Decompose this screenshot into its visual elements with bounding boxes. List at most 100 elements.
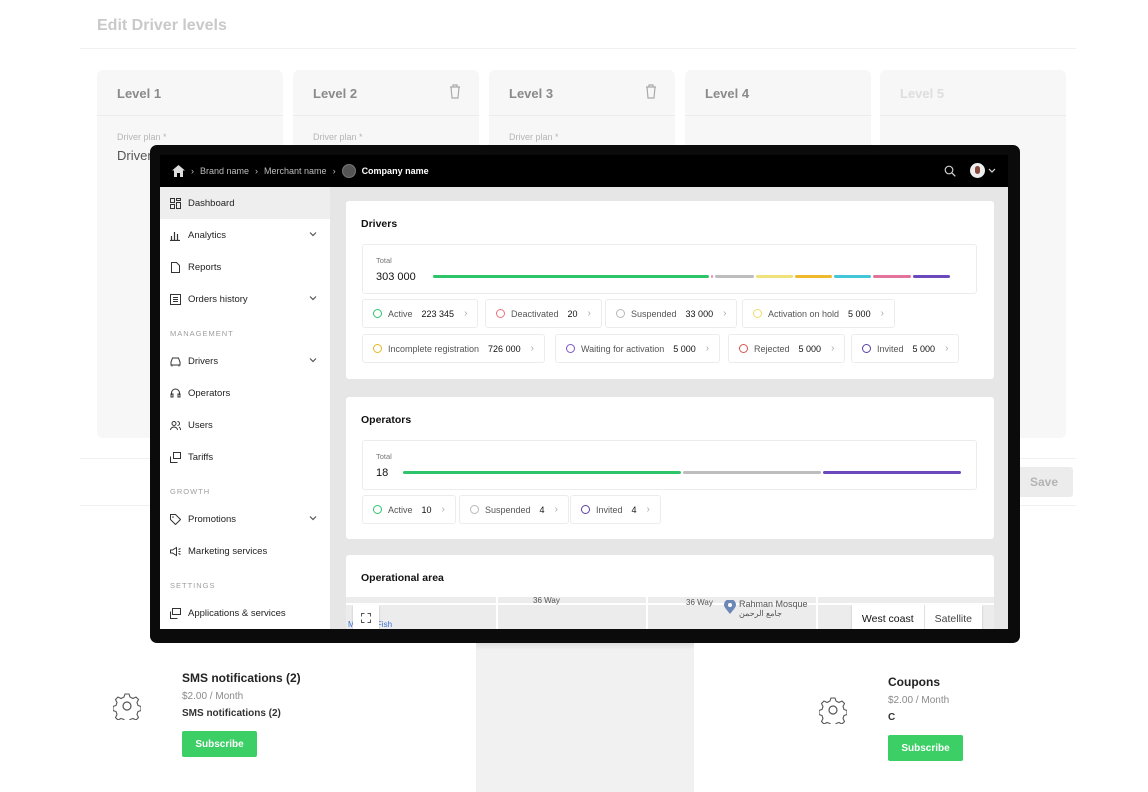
drivers-card: Drivers Total 303 000 Active 223 345 › Deac… <box>346 201 994 379</box>
status-label: Suspended <box>631 308 677 319</box>
subscribe-button[interactable]: Subscribe <box>888 735 963 761</box>
status-ring-icon <box>566 344 575 353</box>
sidebar-item-label: Orders history <box>188 293 248 305</box>
status-chip-deactivated[interactable]: Deactivated 20 › <box>485 299 602 328</box>
status-label: Incomplete registration <box>388 343 480 354</box>
car-icon <box>170 357 181 366</box>
status-count: 5 000 <box>673 343 696 354</box>
status-chip-suspended[interactable]: Suspended 33 000 › <box>605 299 738 328</box>
section-settings: SETTINGS <box>170 581 216 590</box>
map-label: 36 Way <box>686 598 713 607</box>
status-chip-incomplete-registration[interactable]: Incomplete registration 726 000 › <box>362 334 545 363</box>
sidebar-item-label: Applications & services <box>188 607 286 619</box>
status-chip-activation-on-hold[interactable]: Activation on hold 5 000 › <box>742 299 895 328</box>
divider <box>80 48 1076 49</box>
user-menu[interactable] <box>970 163 996 178</box>
sidebar-item-drivers[interactable]: Drivers <box>160 345 330 377</box>
chevron-right-icon: › <box>554 504 558 515</box>
service-card-coupons: Coupons $2.00 / Month C Subscribe <box>888 675 963 761</box>
status-chip-invited[interactable]: Invited 4 › <box>570 495 661 524</box>
map[interactable]: 36 Way 36 Way Rahman Mosque جامع الرحمن … <box>346 597 994 629</box>
sidebar-item-marketing-services[interactable]: Marketing services <box>160 535 330 567</box>
map-road <box>496 597 498 629</box>
users-icon <box>170 420 181 430</box>
service-card-sms: SMS notifications (2) $2.00 / Month SMS … <box>182 671 301 757</box>
sidebar-item-label: Marketing services <box>188 545 268 557</box>
sidebar-item-tariffs[interactable]: Tariffs <box>160 441 330 473</box>
map-road <box>646 597 648 629</box>
status-bar-segment <box>912 275 951 278</box>
total-label: Total <box>376 452 392 461</box>
sidebar-item-label: Users <box>188 419 213 431</box>
map-label: جامع الرحمن <box>739 609 782 618</box>
status-ring-icon <box>373 505 382 514</box>
status-label: Waiting for activation <box>581 343 665 354</box>
sidebar-item-orders-history[interactable]: Orders history <box>160 283 330 315</box>
status-chip-invited[interactable]: Invited 5 000 › <box>851 334 960 363</box>
status-bar-segment <box>873 275 911 278</box>
chevron-right-icon: › <box>464 308 468 319</box>
level-title: Level 1 <box>97 70 283 116</box>
status-ring-icon <box>373 309 382 318</box>
status-label: Active <box>388 308 413 319</box>
sidebar-item-dashboard[interactable]: Dashboard <box>160 187 330 219</box>
megaphone-icon <box>170 546 181 556</box>
breadcrumb-company[interactable]: Company name <box>362 166 429 176</box>
plan-label: Driver plan * <box>313 132 363 142</box>
sidebar-item-label: Operators <box>188 387 231 399</box>
service-name: SMS notifications (2) <box>182 671 301 685</box>
chevron-right-icon: › <box>332 166 336 176</box>
breadcrumb-merchant[interactable]: Merchant name <box>264 166 327 176</box>
status-chip-rejected[interactable]: Rejected 5 000 › <box>728 334 846 363</box>
sidebar-item-analytics[interactable]: Analytics <box>160 219 330 251</box>
status-count: 4 <box>631 504 637 515</box>
map-view-satellite[interactable]: Satellite <box>923 605 982 629</box>
subscribe-button[interactable]: Subscribe <box>182 731 257 757</box>
status-bar-segment <box>715 275 754 278</box>
status-ring-icon <box>373 344 382 353</box>
status-ring-icon <box>616 309 625 318</box>
trash-icon[interactable] <box>645 84 657 99</box>
operators-total-box: Total 18 <box>362 440 977 490</box>
drivers-total-box: Total 303 000 <box>362 244 977 294</box>
map-pin-icon[interactable] <box>724 600 736 614</box>
chevron-right-icon: › <box>255 166 259 176</box>
fullscreen-button[interactable] <box>353 605 379 629</box>
section-management: MANAGEMENT <box>170 329 234 338</box>
status-chip-active[interactable]: Active 10 › <box>362 495 456 524</box>
chevron-right-icon: › <box>945 343 949 354</box>
trash-icon[interactable] <box>449 84 461 99</box>
sidebar-item-promotions[interactable]: Promotions <box>160 503 330 535</box>
sidebar-item-operators[interactable]: Operators <box>160 377 330 409</box>
chevron-right-icon: › <box>441 504 445 515</box>
status-bar-segment <box>834 275 872 278</box>
map-view-west-coast[interactable]: West coast <box>852 605 924 629</box>
section-growth: GROWTH <box>170 487 211 496</box>
expand-icon <box>361 613 371 623</box>
status-label: Activation on hold <box>768 308 840 319</box>
sidebar-item-label: Promotions <box>188 513 237 525</box>
apps-icon <box>170 607 181 619</box>
card-title: Drivers <box>361 218 398 230</box>
sidebar-item-applications[interactable]: Applications & services <box>160 597 330 629</box>
status-chip-active[interactable]: Active 223 345 › <box>362 299 479 328</box>
total-value: 303 000 <box>376 271 416 283</box>
save-button[interactable]: Save <box>1015 467 1073 497</box>
monitor: › Brand name › Merchant name › Company n… <box>150 145 1020 643</box>
level-title: Level 3 <box>509 86 554 101</box>
service-name: Coupons <box>888 675 940 689</box>
chevron-right-icon: › <box>587 308 591 319</box>
status-bar-segment <box>433 275 710 278</box>
sidebar-item-users[interactable]: Users <box>160 409 330 441</box>
status-count: 5 000 <box>912 343 936 354</box>
breadcrumb-brand[interactable]: Brand name <box>200 166 249 176</box>
analytics-icon <box>170 231 180 241</box>
chevron-right-icon: › <box>646 504 650 515</box>
status-ring-icon <box>581 505 590 514</box>
headset-icon <box>170 388 181 397</box>
status-chip-suspended[interactable]: Suspended 4 › <box>459 495 569 524</box>
status-chip-waiting-for-activation[interactable]: Waiting for activation 5 000 › <box>555 334 721 363</box>
home-icon[interactable] <box>172 165 185 177</box>
sidebar-item-reports[interactable]: Reports <box>160 251 330 283</box>
search-icon[interactable] <box>944 165 956 177</box>
